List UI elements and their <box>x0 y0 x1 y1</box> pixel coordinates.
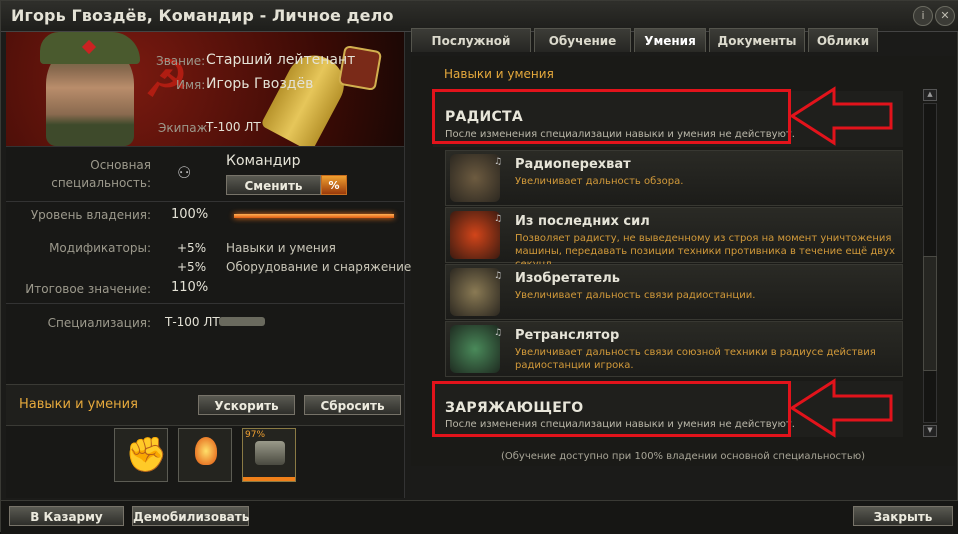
skill-progress-percent: 97% <box>245 430 266 440</box>
personal-file-window: Игорь Гвоздёв, Командир - Личное дело i … <box>0 0 958 534</box>
skill-name: Из последних сил <box>515 214 650 229</box>
skill-card[interactable]: ♫ Радиоперехват Увеличивает дальность об… <box>445 150 903 206</box>
modifiers-label: Модификаторы: <box>49 241 151 255</box>
section-title: Навыки и умения <box>444 67 554 81</box>
annotation-box <box>432 89 791 144</box>
annotation-arrow <box>789 378 893 438</box>
training-note: (Обучение доступно при 100% владении осн… <box>500 451 866 462</box>
main-specialty-label-2: специальность: <box>51 176 151 190</box>
annotation-arrow <box>789 86 893 146</box>
skill-desc: Увеличивает дальность связи союзной техн… <box>515 347 876 371</box>
scroll-down-button[interactable]: ▼ <box>923 425 937 437</box>
headphones-icon: ♫ <box>494 214 503 224</box>
name-label: Имя: <box>176 78 206 92</box>
radio-device-icon <box>255 441 285 465</box>
divider <box>6 201 404 202</box>
modifier2-value: +5% <box>177 260 207 274</box>
total-value: 110% <box>171 280 209 295</box>
tab-service-record[interactable]: Послужной список <box>411 28 531 72</box>
skill-desc: Увеличивает дальность связи радиостанции… <box>515 290 756 301</box>
total-label: Итоговое значение: <box>25 282 151 296</box>
headphones-icon: ♫ <box>494 157 503 167</box>
tab-skills[interactable]: Умения <box>634 28 706 52</box>
change-specialty-button[interactable]: Сменить <box>226 175 321 195</box>
fist-icon: ✊ <box>125 435 168 475</box>
skill-progress-bar <box>243 477 295 481</box>
skill-slot-radio[interactable]: 97% <box>242 428 296 482</box>
close-icon[interactable]: ✕ <box>935 6 955 26</box>
divider <box>6 303 404 304</box>
tab-documents[interactable]: Документы <box>709 28 805 52</box>
skill-card[interactable]: ♫ Ретранслятор Увеличивает дальность свя… <box>445 321 903 377</box>
modifier2-desc: Оборудование и снаряжение <box>226 260 412 274</box>
barracks-button[interactable]: В Казарму <box>9 506 124 526</box>
skill-slot-lightbulb[interactable] <box>178 428 232 482</box>
scroll-up-button[interactable]: ▲ <box>923 89 937 101</box>
binoculars-icon: ⚇ <box>177 163 192 182</box>
headphones-icon: ♫ <box>494 328 503 338</box>
scrollbar-thumb[interactable] <box>923 256 937 371</box>
reset-button[interactable]: Сбросить <box>304 395 401 415</box>
headphones-icon: ♫ <box>494 271 503 281</box>
proficiency-value: 100% <box>171 207 209 222</box>
tank-icon <box>219 317 265 326</box>
proficiency-bar <box>234 214 394 218</box>
skill-card[interactable]: ♫ Из последних сил Позволяет радисту, не… <box>445 207 903 270</box>
crew-value: Т-100 ЛТ <box>206 120 261 134</box>
annotation-box <box>432 381 791 437</box>
lightbulb-icon <box>195 437 217 465</box>
info-icon[interactable]: i <box>913 6 933 26</box>
tab-skins[interactable]: Облики <box>808 28 878 52</box>
accelerate-button[interactable]: Ускорить <box>198 395 295 415</box>
radio-intercept-icon <box>450 154 500 202</box>
main-specialty-label-1: Основная <box>90 158 151 172</box>
specialization-label: Специализация: <box>47 316 151 330</box>
modifier1-value: +5% <box>177 241 207 255</box>
crew-label: Экипаж: <box>158 121 212 135</box>
rank-value: Старший лейтенант <box>206 52 356 68</box>
skills-title: Навыки и умения <box>19 397 138 412</box>
relay-icon <box>450 325 500 373</box>
tab-training[interactable]: Обучение <box>534 28 631 52</box>
close-button[interactable]: Закрыть <box>853 506 953 526</box>
modifier1-desc: Навыки и умения <box>226 241 336 255</box>
specialization-value: Т-100 ЛТ <box>165 315 220 329</box>
skill-desc: Увеличивает дальность обзора. <box>515 176 684 187</box>
rank-label: Звание: <box>156 54 206 68</box>
skill-name: Изобретатель <box>515 271 620 286</box>
percent-button[interactable]: % <box>321 175 347 195</box>
name-value: Игорь Гвоздёв <box>206 76 314 92</box>
skill-slot-fist[interactable]: ✊ <box>114 428 168 482</box>
window-title: Игорь Гвоздёв, Командир - Личное дело <box>11 6 394 25</box>
last-effort-icon <box>450 211 500 259</box>
inventor-icon <box>450 268 500 316</box>
skill-name: Радиоперехват <box>515 157 631 172</box>
proficiency-label: Уровень владения: <box>30 208 151 222</box>
skill-card[interactable]: ♫ Изобретатель Увеличивает дальность свя… <box>445 264 903 320</box>
skill-name: Ретранслятор <box>515 328 620 343</box>
main-specialty-value: Командир <box>226 153 301 169</box>
demobilize-button[interactable]: Демобилизовать <box>132 506 249 526</box>
